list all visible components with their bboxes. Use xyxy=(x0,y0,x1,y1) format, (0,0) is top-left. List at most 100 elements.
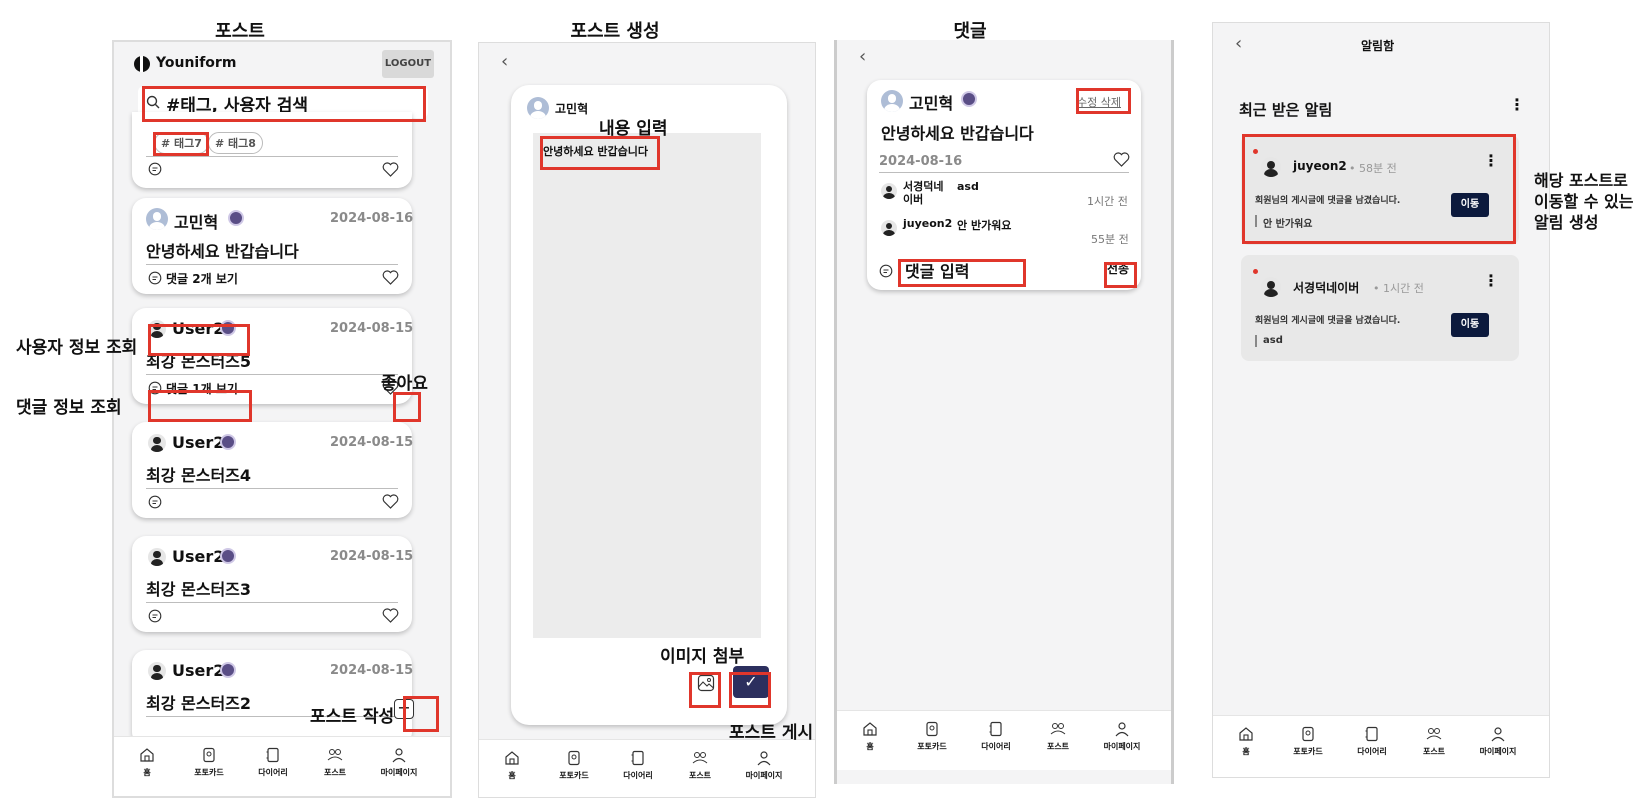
post-card[interactable]: 고민혁 2024-08-16 안녕하세요 반갑습니다 댓글 2개 보기 xyxy=(132,198,413,294)
comment-icon[interactable] xyxy=(148,609,162,623)
nav-home[interactable]: 홈 xyxy=(1221,726,1271,757)
nav-photocard[interactable]: 포토카드 xyxy=(907,721,957,752)
back-icon[interactable]: ‹ xyxy=(501,51,508,72)
nav-mypage[interactable]: 마이페이지 xyxy=(1473,726,1523,757)
nav-home-label: 홈 xyxy=(143,768,151,777)
post-title[interactable]: 안녕하세요 반갑습니다 xyxy=(146,238,299,262)
nav-home-label: 홈 xyxy=(866,742,874,751)
nav-post[interactable]: 포스트 xyxy=(310,747,360,778)
nav-mypage[interactable]: 마이페이지 xyxy=(374,747,424,778)
comment-icon[interactable] xyxy=(148,495,162,509)
nav-photocard[interactable]: 포토카드 xyxy=(1283,726,1333,757)
nav-post[interactable]: 포스트 xyxy=(1033,721,1083,752)
avatar xyxy=(527,97,549,119)
home-icon xyxy=(140,748,154,762)
heart-icon[interactable] xyxy=(1113,152,1130,167)
nav-photocard[interactable]: 포토카드 xyxy=(549,750,599,781)
post-card[interactable]: User2 2024-08-15 최강 몬스터즈3 xyxy=(132,536,413,632)
annotation-image-attach: 이미지 첨부 xyxy=(660,647,745,667)
diary-icon xyxy=(1365,726,1378,742)
comment-icon[interactable] xyxy=(148,162,162,176)
comment-text: asd xyxy=(957,180,979,193)
post-date: 2024-08-15 xyxy=(330,321,414,336)
post-user[interactable]: User2 xyxy=(172,433,224,452)
home-icon xyxy=(863,722,877,736)
nav-diary[interactable]: 다이어리 xyxy=(971,721,1021,752)
post-title[interactable]: 최강 몬스터즈2 xyxy=(146,690,251,714)
comment-count-link[interactable]: 댓글 2개 보기 xyxy=(166,270,238,287)
annotation-comment-info: 댓글 정보 조회 xyxy=(16,398,122,418)
nav-post[interactable]: 포스트 xyxy=(1409,726,1459,757)
nav-diary-label: 다이어리 xyxy=(258,768,288,777)
avatar[interactable] xyxy=(146,208,168,230)
nav-diary[interactable]: 다이어리 xyxy=(613,750,663,781)
post-user[interactable]: 고민혁 xyxy=(909,90,953,114)
avatar[interactable] xyxy=(148,548,166,566)
move-button[interactable]: 이동 xyxy=(1451,313,1489,337)
avatar[interactable] xyxy=(881,90,903,112)
comments-screen: ‹ 고민혁 수정 삭제 안녕하세요 반갑습니다 2024-08-16 서경덕네 … xyxy=(834,40,1174,784)
back-icon[interactable]: ‹ xyxy=(1235,33,1242,54)
avatar[interactable] xyxy=(148,662,166,680)
more-options-icon[interactable]: ⋮ xyxy=(1483,273,1499,289)
nav-home[interactable]: 홈 xyxy=(487,750,537,781)
comment-user[interactable]: juyeon2 xyxy=(903,217,952,230)
heart-icon[interactable] xyxy=(382,270,399,285)
tag-chip[interactable]: # 태그8 xyxy=(208,132,263,154)
avatar[interactable] xyxy=(148,434,166,452)
post-title[interactable]: 최강 몬스터즈3 xyxy=(146,576,251,600)
notification-item[interactable]: 서경덕네이버 • 1시간 전 ⋮ 회원님의 게시글에 댓글을 남겼습니다. as… xyxy=(1241,255,1519,361)
avatar[interactable] xyxy=(881,183,897,199)
photocard-icon xyxy=(568,750,580,766)
post-user[interactable]: 고민혁 xyxy=(174,209,218,233)
avatar xyxy=(1261,277,1281,297)
title-create: 포스트 생성 xyxy=(570,21,660,42)
team-badge-icon xyxy=(220,434,236,450)
highlight-tag xyxy=(153,132,209,156)
section-heading: 최근 받은 알림 xyxy=(1239,101,1333,119)
heart-icon[interactable] xyxy=(382,608,399,623)
post-title: 안녕하세요 반갑습니다 xyxy=(881,124,1034,143)
nav-diary[interactable]: 다이어리 xyxy=(1347,726,1397,757)
logout-button[interactable]: LOGOUT xyxy=(382,50,434,78)
nav-home[interactable]: 홈 xyxy=(122,747,172,778)
more-options-icon[interactable]: ⋮ xyxy=(1509,97,1525,113)
post-card[interactable]: User2 2024-08-15 최강 몬스터즈4 xyxy=(132,422,414,518)
author-name: 고민혁 xyxy=(555,102,589,116)
home-icon xyxy=(505,751,519,765)
home-icon xyxy=(1239,727,1253,741)
nav-mypage-label: 마이페이지 xyxy=(745,771,783,780)
nav-mypage[interactable]: 마이페이지 xyxy=(1097,721,1147,752)
post-card[interactable]: User2 2024-08-15 최강 몬스터즈2 xyxy=(132,650,414,746)
post-icon xyxy=(1426,728,1442,740)
post-title[interactable]: 최강 몬스터즈4 xyxy=(146,462,251,486)
post-user[interactable]: User2 xyxy=(172,661,224,680)
nav-photocard[interactable]: 포토카드 xyxy=(184,747,234,778)
avatar[interactable] xyxy=(881,220,897,236)
comment-user[interactable]: 서경덕네 이버 xyxy=(903,180,949,206)
annotation-notif-line: 알림 생성 xyxy=(1534,213,1599,232)
notification-message: 회원님의 게시글에 댓글을 남겼습니다. xyxy=(1255,316,1401,326)
diary-icon xyxy=(266,747,279,763)
nav-post-label: 포스트 xyxy=(323,768,347,777)
highlight-user xyxy=(148,324,250,356)
post-date: 2024-08-15 xyxy=(330,435,414,450)
post-icon xyxy=(327,749,343,761)
heart-icon[interactable] xyxy=(382,162,399,177)
photocard-icon xyxy=(203,747,215,763)
post-date: 2024-08-15 xyxy=(330,663,414,678)
annotation-notif-line: 이동할 수 있는 xyxy=(1534,192,1634,211)
nav-photocard-label: 포토카드 xyxy=(194,768,224,777)
nav-diary-label: 다이어리 xyxy=(981,742,1011,751)
heart-icon[interactable] xyxy=(382,494,399,509)
post-user[interactable]: User2 xyxy=(172,547,224,566)
nav-mypage[interactable]: 마이페이지 xyxy=(739,750,789,781)
nav-post[interactable]: 포스트 xyxy=(675,750,725,781)
team-badge-icon xyxy=(228,210,244,226)
nav-diary[interactable]: 다이어리 xyxy=(248,747,298,778)
comment-icon xyxy=(148,271,162,285)
nav-home[interactable]: 홈 xyxy=(845,721,895,752)
back-icon[interactable]: ‹ xyxy=(859,46,866,67)
comment-icon xyxy=(879,264,893,278)
content-textarea[interactable]: 안녕하세요 반갑습니다 xyxy=(533,133,761,638)
